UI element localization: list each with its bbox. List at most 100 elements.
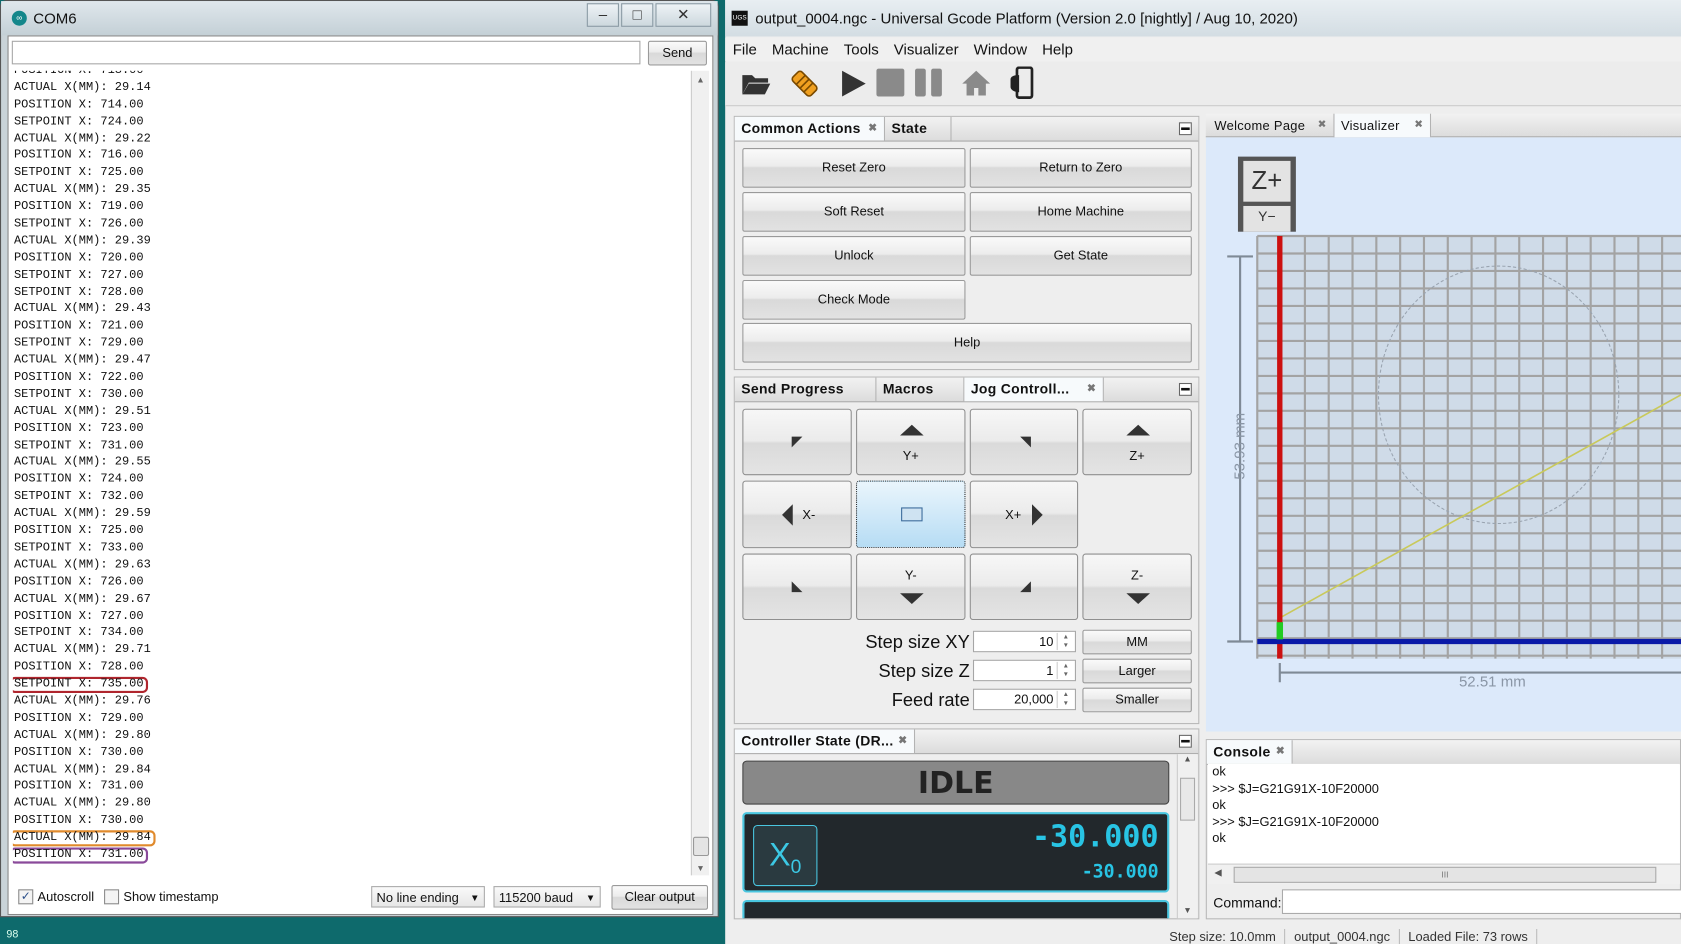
log-line: SETPOINT X: 728.00 [13, 285, 689, 302]
command-input[interactable] [1281, 889, 1681, 914]
log-line: ACTUAL X(MM): 29.51 [13, 404, 689, 421]
units-button[interactable]: MM [1082, 629, 1192, 655]
smaller-button[interactable]: Smaller [1082, 687, 1192, 713]
console-line: >>> $J=G21G91X-10F20000 [1212, 780, 1379, 796]
step-xy-input[interactable]: 10 ▲ ▼ [972, 630, 1076, 653]
baud-select[interactable]: 115200 baud ▼ [493, 886, 601, 908]
tab-controller-state[interactable]: Controller State (DR... ✖ [734, 729, 916, 754]
jog-label: X- [802, 507, 816, 523]
autoscroll-checkbox[interactable]: ✓ [18, 889, 34, 905]
menu-visualizer[interactable]: Visualizer [894, 41, 959, 58]
jog-xminus-button[interactable]: X- [742, 480, 852, 549]
jog-xminus-yplus-button[interactable] [742, 408, 852, 476]
minimize-button[interactable]: – [586, 3, 619, 27]
connect-icon[interactable] [787, 67, 821, 101]
clear-output-button[interactable]: Clear output [611, 885, 709, 910]
jog-yplus-button[interactable]: Y+ [856, 408, 966, 476]
scroll-thumb[interactable] [692, 836, 710, 857]
close-button[interactable]: ✕ [655, 3, 712, 27]
pause-icon[interactable] [915, 68, 943, 97]
minimize-panel-icon[interactable]: ▬ [1178, 382, 1192, 396]
menu-file[interactable]: File [733, 41, 757, 58]
jog-xminus-yminus-button[interactable] [742, 553, 852, 621]
log-line: POSITION X: 731.00 [12, 847, 689, 864]
menu-machine[interactable]: Machine [772, 41, 829, 58]
return-to-zero-button[interactable]: Return to Zero [969, 148, 1192, 188]
log-line: POSITION X: 725.00 [13, 524, 689, 541]
feed-rate-input[interactable]: 20,000 ▲ ▼ [972, 688, 1076, 711]
menu-help[interactable]: Help [1042, 41, 1073, 58]
step-z-input[interactable]: 1 ▲ ▼ [972, 659, 1076, 682]
tab-send-progress[interactable]: Send Progress [735, 377, 877, 402]
send-button[interactable]: Send [647, 40, 707, 66]
close-tab-icon[interactable]: ✖ [1087, 378, 1096, 402]
open-folder-icon[interactable] [740, 71, 772, 97]
arrow-down-icon [900, 593, 924, 604]
view-cube-front[interactable]: Y− [1243, 205, 1291, 232]
check-mode-button[interactable]: Check Mode [742, 279, 966, 320]
play-icon[interactable] [839, 69, 867, 99]
log-text: POSITION X: 725.00 [13, 524, 144, 538]
view-cube[interactable]: Z+ Y− [1237, 156, 1296, 232]
log-text: POSITION X: 730.00 [13, 814, 144, 828]
log-text: ACTUAL X(MM): 29.39 [13, 234, 151, 248]
log-line: ACTUAL X(MM): 29.84 [13, 762, 689, 779]
log-line: SETPOINT X: 724.00 [13, 114, 689, 131]
jog-xplus-yminus-button[interactable] [969, 553, 1079, 621]
log-line: POSITION X: 723.00 [13, 421, 689, 438]
timestamp-checkbox[interactable] [104, 889, 120, 905]
jog-label: Z- [1131, 567, 1144, 583]
maximize-button[interactable]: □ [621, 3, 654, 27]
home-icon[interactable] [961, 69, 991, 97]
larger-button[interactable]: Larger [1082, 658, 1192, 684]
minimize-panel-icon[interactable]: ▬ [1178, 122, 1192, 136]
feed-rate-label: Feed rate [891, 689, 970, 711]
tab-macros[interactable]: Macros [876, 377, 965, 402]
pendant-phone-icon[interactable] [1008, 66, 1036, 101]
spinner-arrows-icon[interactable]: ▲ ▼ [1056, 661, 1074, 680]
reset-zero-button[interactable]: Reset Zero [742, 148, 966, 188]
close-tab-icon[interactable]: ✖ [898, 729, 907, 753]
jog-xplus-yplus-button[interactable] [969, 408, 1079, 476]
jog-xplus-button[interactable]: X+ [969, 480, 1079, 549]
tab-jog-controller[interactable]: Jog Controll... ✖ [964, 377, 1104, 402]
soft-reset-button[interactable]: Soft Reset [742, 192, 966, 232]
tab-common-actions[interactable]: Common Actions ✖ [734, 116, 886, 141]
stop-icon[interactable] [876, 68, 905, 97]
close-tab-icon[interactable]: ✖ [868, 117, 877, 141]
arrow-up-right-icon [1020, 436, 1031, 448]
jog-zplus-button[interactable]: Z+ [1082, 408, 1192, 476]
home-machine-button[interactable]: Home Machine [969, 192, 1192, 232]
output-scrollbar[interactable]: ▲ ▼ [690, 70, 710, 876]
console-hscrollbar[interactable]: ◀ III [1207, 863, 1680, 884]
minimize-panel-icon[interactable]: ▬ [1178, 734, 1192, 748]
scroll-thumb[interactable]: III [1233, 866, 1657, 883]
log-text: ACTUAL X(MM): 29.84 [13, 763, 151, 777]
jog-yminus-button[interactable]: Y- [856, 553, 966, 621]
get-state-button[interactable]: Get State [969, 236, 1192, 276]
line-ending-select[interactable]: No line ending ▼ [371, 886, 485, 908]
spinner-arrows-icon[interactable]: ▲ ▼ [1056, 632, 1074, 651]
console-line: ok [1212, 797, 1226, 813]
dro-scrollbar[interactable]: ▲ ▼ [1176, 754, 1198, 919]
close-tab-icon[interactable]: ✖ [1276, 740, 1285, 764]
menu-window[interactable]: Window [974, 41, 1027, 58]
tab-welcome-page[interactable]: Welcome Page ✖ [1208, 113, 1335, 138]
spinner-arrows-icon[interactable]: ▲ ▼ [1056, 690, 1074, 709]
timestamp-label: Show timestamp [123, 889, 219, 905]
send-input[interactable] [11, 40, 641, 65]
help-button[interactable]: Help [742, 322, 1192, 363]
reset-x-button[interactable]: X0 [753, 824, 818, 887]
tab-state[interactable]: State [885, 116, 952, 141]
close-tab-icon[interactable]: ✖ [1318, 114, 1327, 138]
log-line: POSITION X: 714.00 [13, 97, 689, 114]
tab-visualizer[interactable]: Visualizer ✖ [1334, 113, 1432, 138]
tab-console[interactable]: Console ✖ [1206, 740, 1293, 764]
unlock-button[interactable]: Unlock [742, 236, 966, 276]
tool-position-marker [1276, 622, 1284, 640]
view-cube-top[interactable]: Z+ [1243, 160, 1291, 202]
menu-tools[interactable]: Tools [844, 41, 879, 58]
jog-zminus-button[interactable]: Z- [1082, 553, 1192, 621]
close-tab-icon[interactable]: ✖ [1414, 114, 1423, 138]
keyboard-jog-toggle[interactable] [856, 480, 966, 549]
